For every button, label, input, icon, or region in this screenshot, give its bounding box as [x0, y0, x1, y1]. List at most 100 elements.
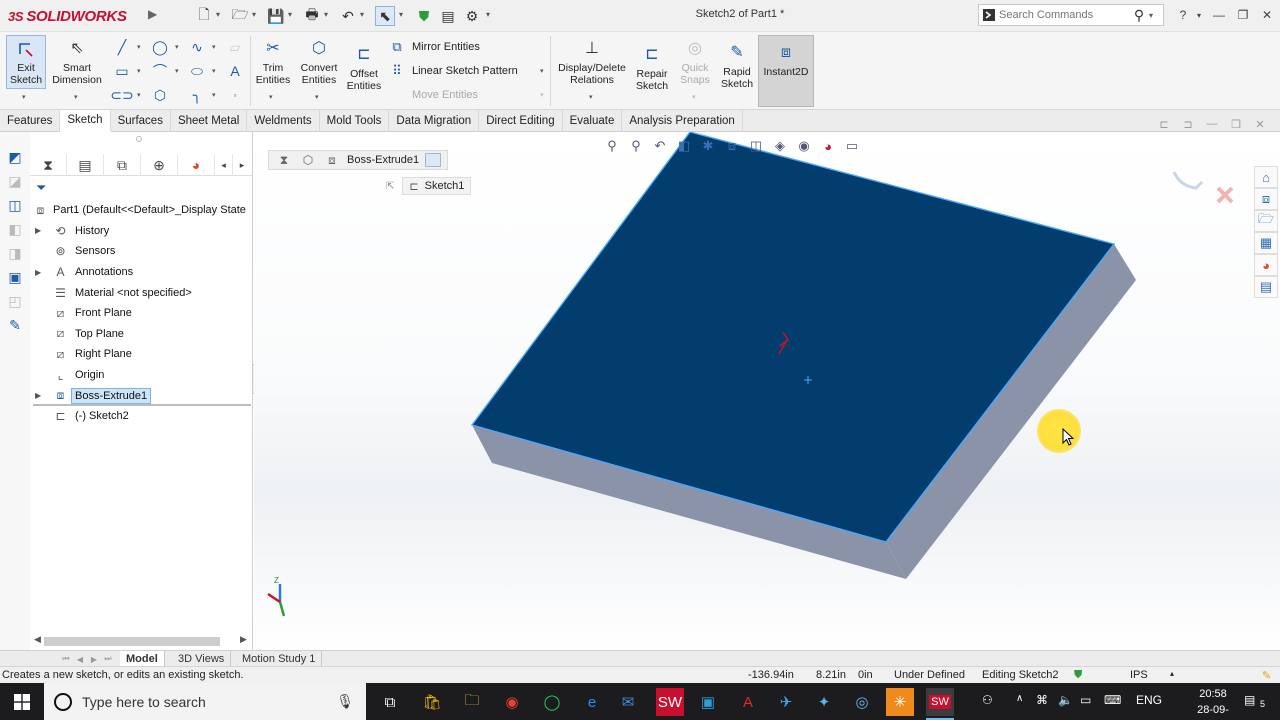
linear-sketch-pattern-button[interactable]: ⠿ Linear Sketch Pattern: [388, 62, 518, 80]
autocad-icon[interactable]: A: [734, 688, 762, 716]
solidworks-resources-icon[interactable]: ⌂: [1254, 166, 1278, 188]
quick-snaps-button[interactable]: ◎ Quick Snaps: [676, 38, 714, 87]
app-camera-icon[interactable]: ◎: [848, 688, 876, 716]
tab-model[interactable]: Model: [120, 651, 165, 667]
design-library-icon[interactable]: ⧈: [1254, 188, 1278, 210]
filter-icon[interactable]: ⏷: [36, 180, 46, 196]
arc-icon[interactable]: ⌒: [151, 62, 169, 80]
start-button[interactable]: [0, 683, 44, 720]
network-icon[interactable]: ⌘: [1036, 693, 1048, 707]
chrome-icon[interactable]: ◉: [498, 688, 526, 716]
tree-item-sketch2[interactable]: ⊏ (-) Sketch2: [30, 406, 253, 427]
tree-root[interactable]: ⧈ Part1 (Default<<Default>_Display State: [30, 200, 253, 221]
tab-surfaces[interactable]: Surfaces: [111, 110, 171, 132]
unit-system[interactable]: IPS: [1130, 669, 1148, 681]
dimxpert-strip-icon[interactable]: ◧: [6, 220, 24, 238]
arc-dropdown-icon[interactable]: ▾: [175, 67, 179, 75]
viewport-restore-icon[interactable]: ❐: [1228, 117, 1244, 131]
tab-3d-views[interactable]: 3D Views: [172, 651, 232, 667]
next-tab-icon[interactable]: ▶: [88, 653, 100, 665]
display-delete-relations-button[interactable]: ⊥ Display/Delete Relations: [556, 38, 628, 87]
face-breadcrumb-icon[interactable]: [425, 153, 442, 167]
tree-item-right-plane[interactable]: ⧄ Right Plane: [30, 344, 253, 365]
scroll-right-icon[interactable]: ▶: [240, 634, 247, 645]
ellipse-dropdown-icon[interactable]: ▾: [212, 67, 216, 75]
print-dropdown-icon[interactable]: ▾: [324, 10, 328, 19]
tab-sheet-metal[interactable]: Sheet Metal: [171, 110, 248, 132]
file-explorer-icon[interactable]: 🗁: [1254, 210, 1278, 232]
graphics-area[interactable]: ⧗ ⬡ ⧈ Boss-Extrude1 ⇱ ⊏ Sketch1 ⚲ ⚲ ↶ ◧ …: [254, 132, 1280, 650]
line-icon[interactable]: ╱: [113, 38, 131, 56]
rollback-bar[interactable]: [33, 404, 251, 406]
view-palette-icon[interactable]: ▦: [1254, 232, 1278, 254]
view-orientation-icon[interactable]: ⧈: [720, 136, 744, 156]
search-input[interactable]: [999, 9, 1129, 21]
previous-view-icon[interactable]: ↶: [648, 136, 672, 156]
exit-sketch-button[interactable]: Exit Sketch: [6, 35, 46, 89]
tab-data-migration[interactable]: Data Migration: [389, 110, 480, 132]
app-tool-icon[interactable]: ✦: [810, 688, 838, 716]
panel-collapse-handle[interactable]: [136, 136, 142, 142]
evaluate-strip-icon[interactable]: ◫: [6, 196, 24, 214]
smart-dimension-button[interactable]: ⇖ Smart Dimension: [50, 38, 104, 87]
view-settings-icon[interactable]: ▭: [840, 136, 864, 156]
tile-left-icon[interactable]: ⊏: [1156, 117, 1172, 131]
relations-dropdown-icon[interactable]: ▾: [589, 93, 593, 101]
tree-item-front-plane[interactable]: ⧄ Front Plane: [30, 303, 253, 324]
mirror-entities-button[interactable]: ⧉ Mirror Entities: [388, 38, 480, 56]
part-breadcrumb-icon[interactable]: ⧗: [275, 151, 293, 169]
circle-icon[interactable]: ◯: [151, 38, 169, 56]
offset-entities-button[interactable]: ⊏ Offset Entities: [344, 44, 384, 93]
select-dropdown-icon[interactable]: ▾: [399, 10, 403, 19]
app-bird-icon[interactable]: ✈: [772, 688, 800, 716]
spline-icon[interactable]: ∿: [188, 38, 206, 56]
system-clock[interactable]: 20:58 28-09-2018: [1186, 686, 1240, 720]
file-properties-icon[interactable]: ▤: [438, 6, 458, 26]
options-gear-icon[interactable]: ⚙: [462, 6, 482, 26]
new-dropdown-icon[interactable]: ▾: [216, 10, 220, 19]
file-explorer-icon[interactable]: 🗀: [458, 688, 486, 716]
tab-sketch[interactable]: Sketch: [60, 110, 111, 132]
solidworks-logo[interactable]: 3S SOLIDWORKS: [8, 4, 127, 28]
cancel-sketch-corner-icon[interactable]: [1216, 186, 1234, 204]
tab-features[interactable]: Features: [0, 110, 61, 132]
smart-dimension-strip-icon[interactable]: ◩: [6, 148, 24, 166]
exit-sketch-corner-icon[interactable]: [1172, 171, 1204, 190]
convert-dropdown-icon[interactable]: ▾: [315, 93, 319, 101]
tab-direct-editing[interactable]: Direct Editing: [479, 110, 563, 132]
app-window-icon[interactable]: ▣: [694, 688, 722, 716]
app-orange-icon[interactable]: ✳: [886, 688, 914, 716]
prev-tab-icon[interactable]: ◀: [74, 653, 86, 665]
body-breadcrumb-icon[interactable]: ⬡: [299, 151, 317, 169]
close-icon[interactable]: ✕: [1258, 6, 1276, 24]
select-pointer-icon[interactable]: ⬉: [375, 6, 395, 26]
options-dropdown-icon[interactable]: ▾: [486, 10, 490, 19]
line-dropdown-icon[interactable]: ▾: [137, 43, 141, 51]
open-dropdown-icon[interactable]: ▾: [252, 10, 256, 19]
trim-entities-button[interactable]: ✂ Trim Entities: [252, 38, 294, 87]
zoom-to-area-icon[interactable]: ⚲: [624, 136, 648, 156]
keyboard-icon[interactable]: ⌨: [1104, 693, 1121, 707]
tree-item-top-plane[interactable]: ⧄ Top Plane: [30, 324, 253, 345]
search-commands-box[interactable]: ⚲ ▾: [978, 4, 1164, 26]
convert-entities-button[interactable]: ⬡ Convert Entities: [296, 38, 342, 87]
instant2d-button[interactable]: ⧈ Instant2D: [758, 35, 814, 107]
input-language[interactable]: ENG: [1136, 693, 1162, 707]
exit-sketch-dropdown-icon[interactable]: ▾: [22, 93, 26, 101]
tile-right-icon[interactable]: ⊐: [1180, 117, 1196, 131]
volume-icon[interactable]: 🔈: [1058, 693, 1073, 707]
solidworks-active-icon[interactable]: SW: [926, 688, 954, 720]
quick-tips-icon[interactable]: ✎: [1262, 669, 1271, 682]
ellipse-icon[interactable]: ⬭: [188, 62, 206, 80]
tab-analysis-preparation[interactable]: Analysis Preparation: [622, 110, 743, 132]
viewport-minimize-icon[interactable]: —: [1204, 117, 1220, 131]
zoom-to-fit-icon[interactable]: ⚲: [600, 136, 624, 156]
print-icon[interactable]: 🖶: [302, 6, 322, 26]
circle-dropdown-icon[interactable]: ▾: [175, 43, 179, 51]
tree-item-material[interactable]: ☰ Material <not specified>: [30, 282, 253, 303]
property-manager-tab-icon[interactable]: ▤: [67, 154, 104, 176]
section-view-icon[interactable]: ◧: [672, 136, 696, 156]
spline-dropdown-icon[interactable]: ▾: [212, 43, 216, 51]
polygon-icon[interactable]: ⬡: [151, 86, 169, 104]
tab-evaluate[interactable]: Evaluate: [563, 110, 623, 132]
